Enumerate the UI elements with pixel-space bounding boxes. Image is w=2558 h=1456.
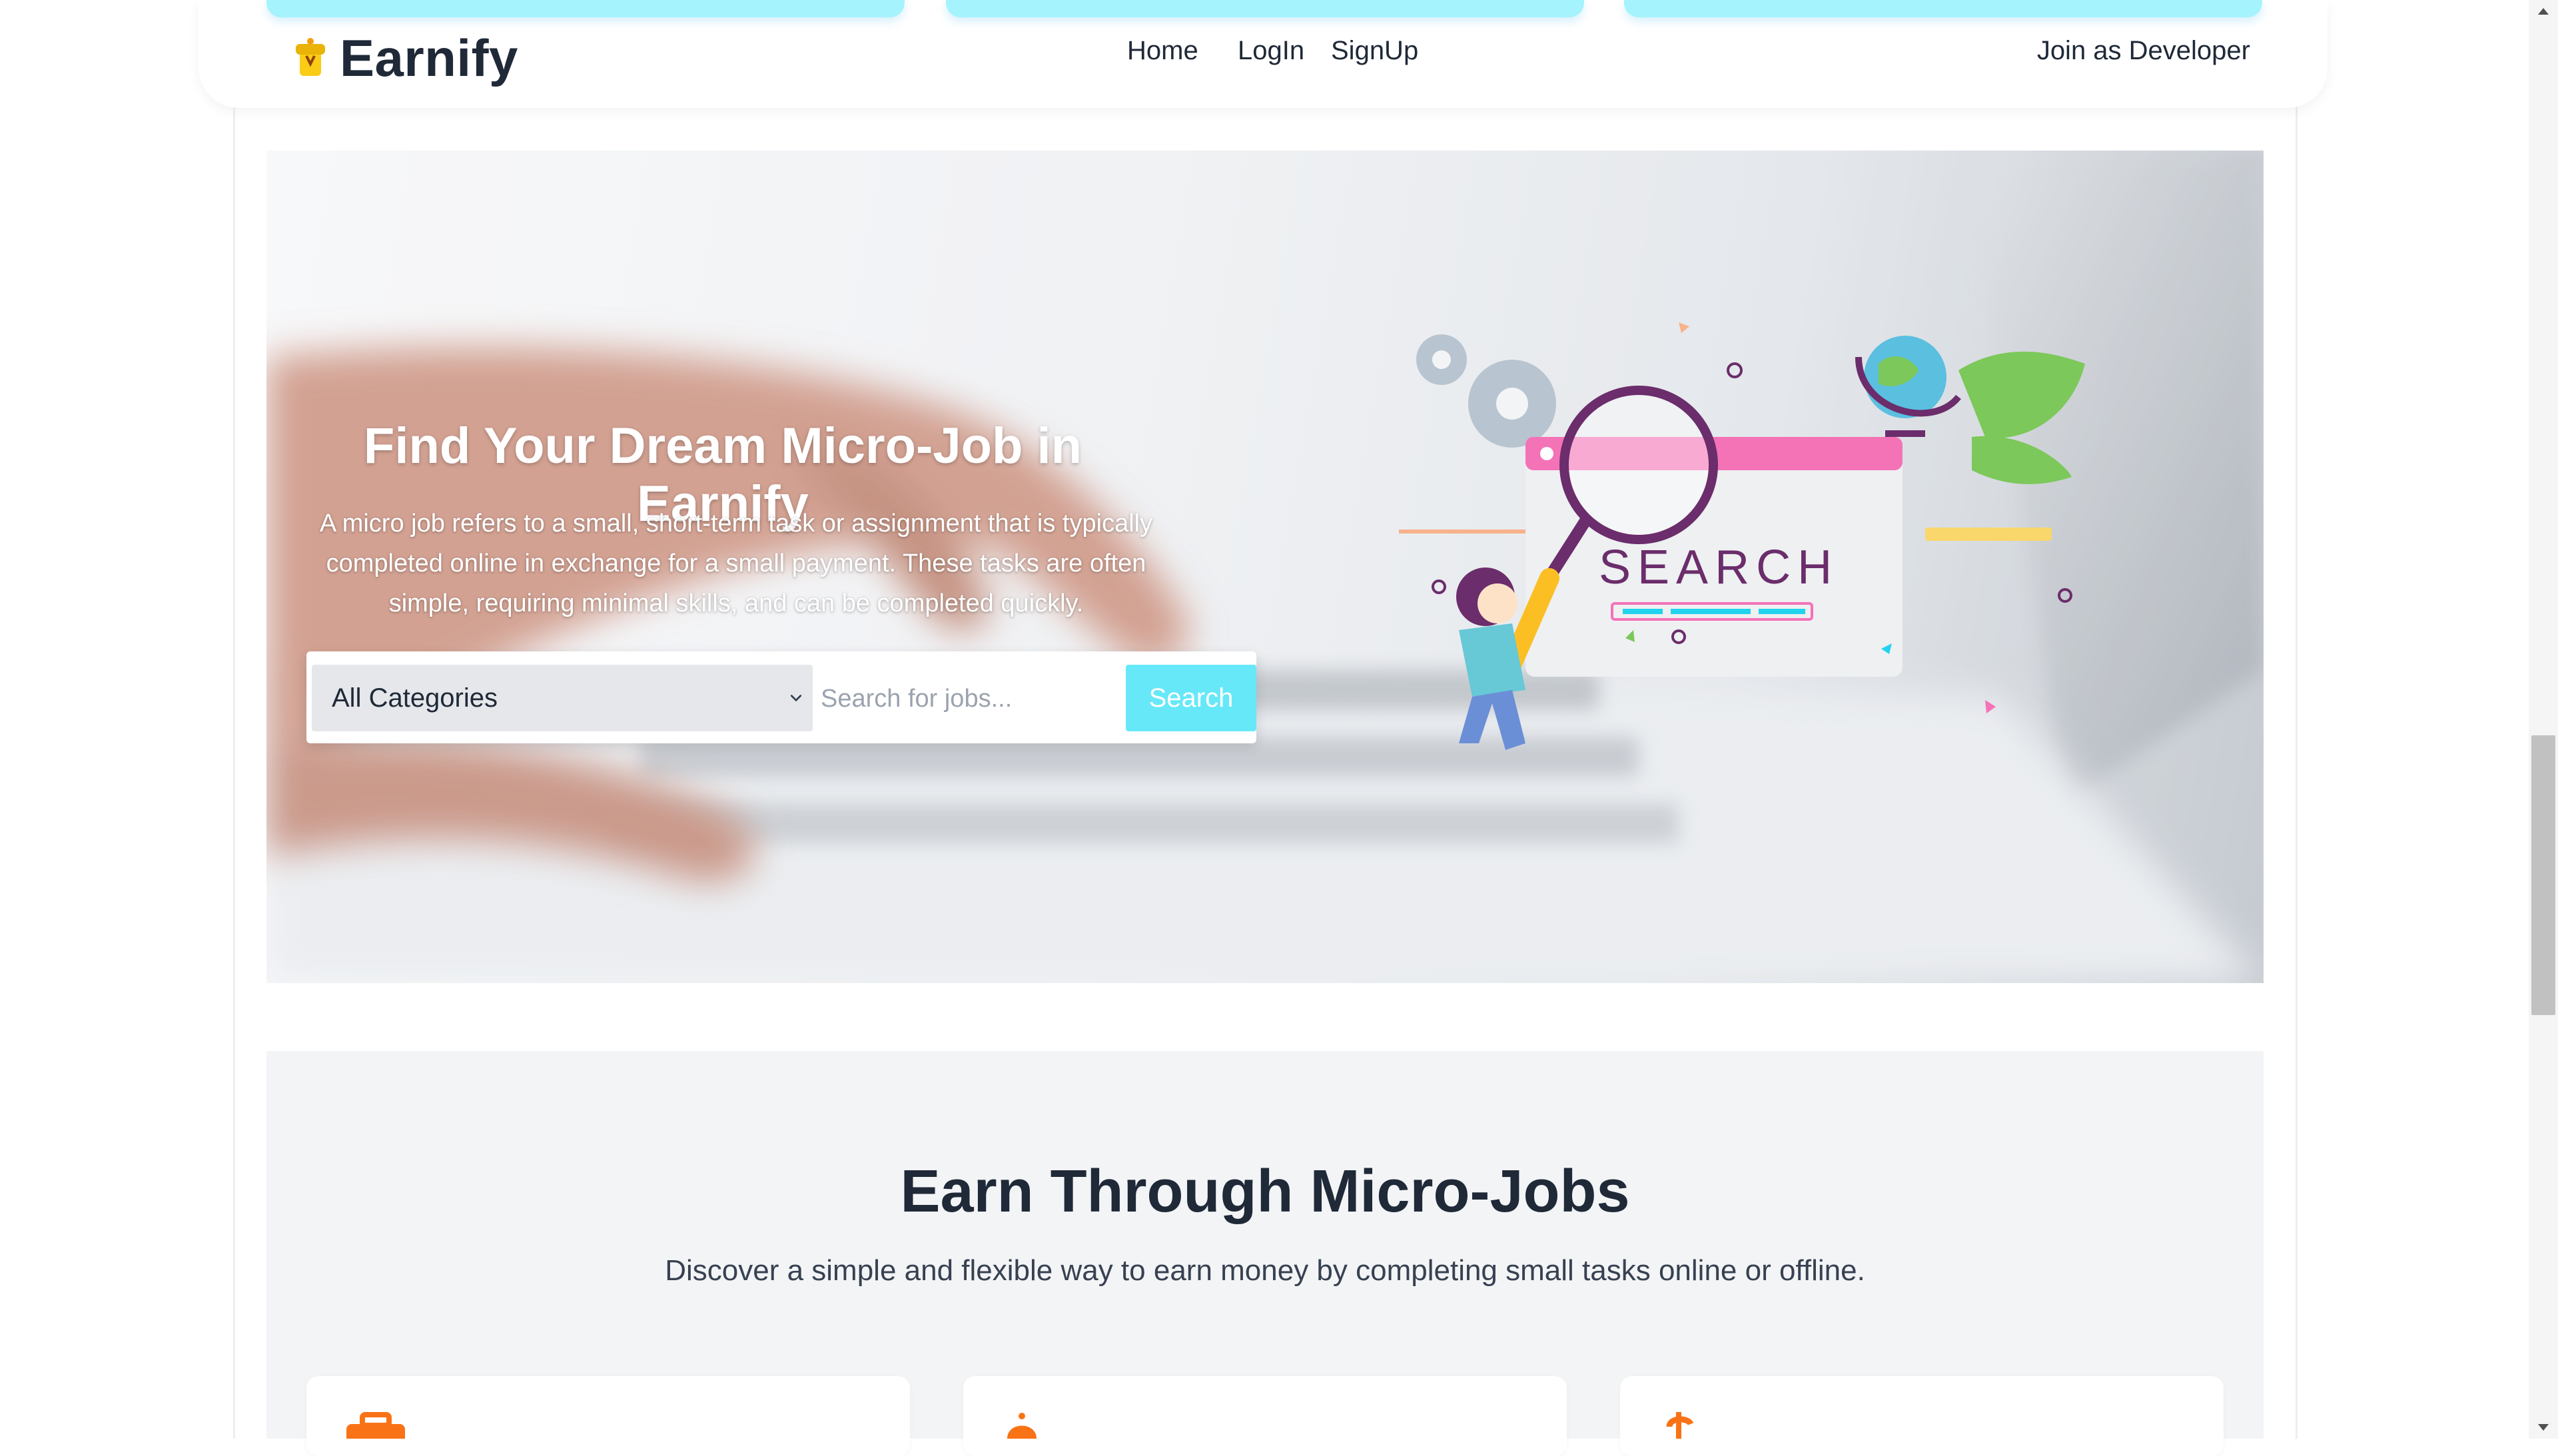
nav-login-link[interactable]: LogIn xyxy=(1238,36,1304,66)
feature-card-1 xyxy=(306,1376,910,1456)
search-illustration: SEARCH xyxy=(1399,322,2085,750)
scroll-up-icon[interactable] xyxy=(2535,4,2551,20)
dollar-icon xyxy=(1666,1412,1694,1439)
page-frame-left xyxy=(233,0,235,1439)
job-search-form: All Categories Search xyxy=(306,651,1256,743)
hero-banner: Find Your Dream Micro-Job in Earnify A m… xyxy=(266,151,2264,983)
micro-jobs-section: Earn Through Micro-Jobs Discover a simpl… xyxy=(266,1051,2264,1456)
hero-description: A micro job refers to a small, short-ter… xyxy=(319,510,1153,617)
search-button[interactable]: Search xyxy=(1126,665,1256,731)
scrollbar-thumb[interactable] xyxy=(2531,735,2555,1015)
job-search-input[interactable] xyxy=(813,665,1136,733)
scroll-down-icon[interactable] xyxy=(2535,1419,2551,1435)
category-select[interactable]: All Categories xyxy=(312,665,813,731)
page-scrollbar[interactable] xyxy=(2529,0,2558,1439)
brand-logo[interactable]: Earnify xyxy=(293,28,518,89)
nav-signup-link[interactable]: SignUp xyxy=(1331,36,1418,66)
illustration-search-text: SEARCH xyxy=(1599,541,1839,594)
nav-home-link[interactable]: Home xyxy=(1127,36,1198,66)
category-select-value: All Categories xyxy=(332,683,498,713)
briefcase-icon xyxy=(346,1412,405,1439)
join-developer-link[interactable]: Join as Developer xyxy=(2037,36,2250,66)
brand-name: Earnify xyxy=(340,29,518,87)
section-subtitle: Discover a simple and flexible way to ea… xyxy=(665,1254,1865,1287)
feature-card-2 xyxy=(963,1376,1567,1456)
logo-icon xyxy=(296,37,325,76)
page-frame-right xyxy=(2296,0,2298,1439)
feature-card-3 xyxy=(1620,1376,2224,1456)
chevron-down-icon xyxy=(790,694,802,702)
top-card-3 xyxy=(1624,0,2262,17)
top-card-2 xyxy=(946,0,1584,17)
top-card-1 xyxy=(266,0,905,17)
section-title: Earn Through Micro-Jobs xyxy=(900,1158,1630,1225)
bell-icon xyxy=(1007,1413,1037,1439)
